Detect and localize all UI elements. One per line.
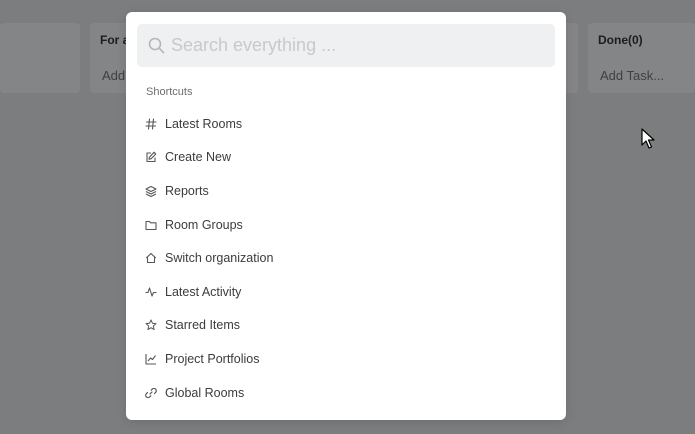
activity-icon	[145, 286, 157, 298]
home-icon	[145, 252, 157, 264]
board-column-done: Done(0) Add Task...	[588, 23, 695, 93]
search-input[interactable]	[171, 24, 541, 67]
shortcut-latest-rooms[interactable]: Latest Rooms	[126, 107, 566, 141]
shortcuts-list: Latest Rooms Create New Reports Room Gro…	[126, 107, 566, 409]
command-palette: Shortcuts Latest Rooms Create New Report…	[126, 12, 566, 420]
shortcut-label: Starred Items	[165, 318, 241, 333]
add-task-link[interactable]: Add Task...	[600, 68, 664, 83]
shortcut-label: Latest Rooms	[165, 116, 243, 131]
shortcut-label: Project Portfolios	[165, 351, 260, 366]
search-bar	[137, 24, 555, 67]
edit-icon	[145, 151, 157, 163]
link-icon	[145, 387, 157, 399]
shortcut-label: Create New	[165, 150, 231, 165]
shortcut-project-portfolios[interactable]: Project Portfolios	[126, 342, 566, 376]
shortcut-label: Room Groups	[165, 217, 243, 232]
shortcut-label: Global Rooms	[165, 385, 245, 400]
shortcut-create-new[interactable]: Create New	[126, 141, 566, 175]
shortcut-starred-items[interactable]: Starred Items	[126, 309, 566, 343]
layers-icon	[145, 185, 157, 197]
column-title: Done(0)	[598, 33, 643, 47]
board-column	[0, 23, 80, 93]
column-title: For a	[100, 33, 130, 47]
mouse-cursor-icon	[641, 128, 655, 149]
shortcut-room-groups[interactable]: Room Groups	[126, 208, 566, 242]
add-task-link[interactable]: Add	[102, 68, 125, 83]
shortcut-reports[interactable]: Reports	[126, 174, 566, 208]
shortcut-label: Reports	[165, 183, 209, 198]
folder-icon	[145, 219, 157, 231]
shortcuts-heading: Shortcuts	[146, 86, 193, 98]
shortcut-label: Latest Activity	[165, 284, 242, 299]
chart-icon	[145, 353, 157, 365]
shortcut-switch-organization[interactable]: Switch organization	[126, 241, 566, 275]
shortcut-latest-activity[interactable]: Latest Activity	[126, 275, 566, 309]
shortcut-label: Switch organization	[165, 251, 274, 266]
star-icon	[145, 319, 157, 331]
shortcut-global-rooms[interactable]: Global Rooms	[126, 376, 566, 410]
hash-icon	[145, 118, 157, 130]
search-icon	[148, 37, 165, 54]
